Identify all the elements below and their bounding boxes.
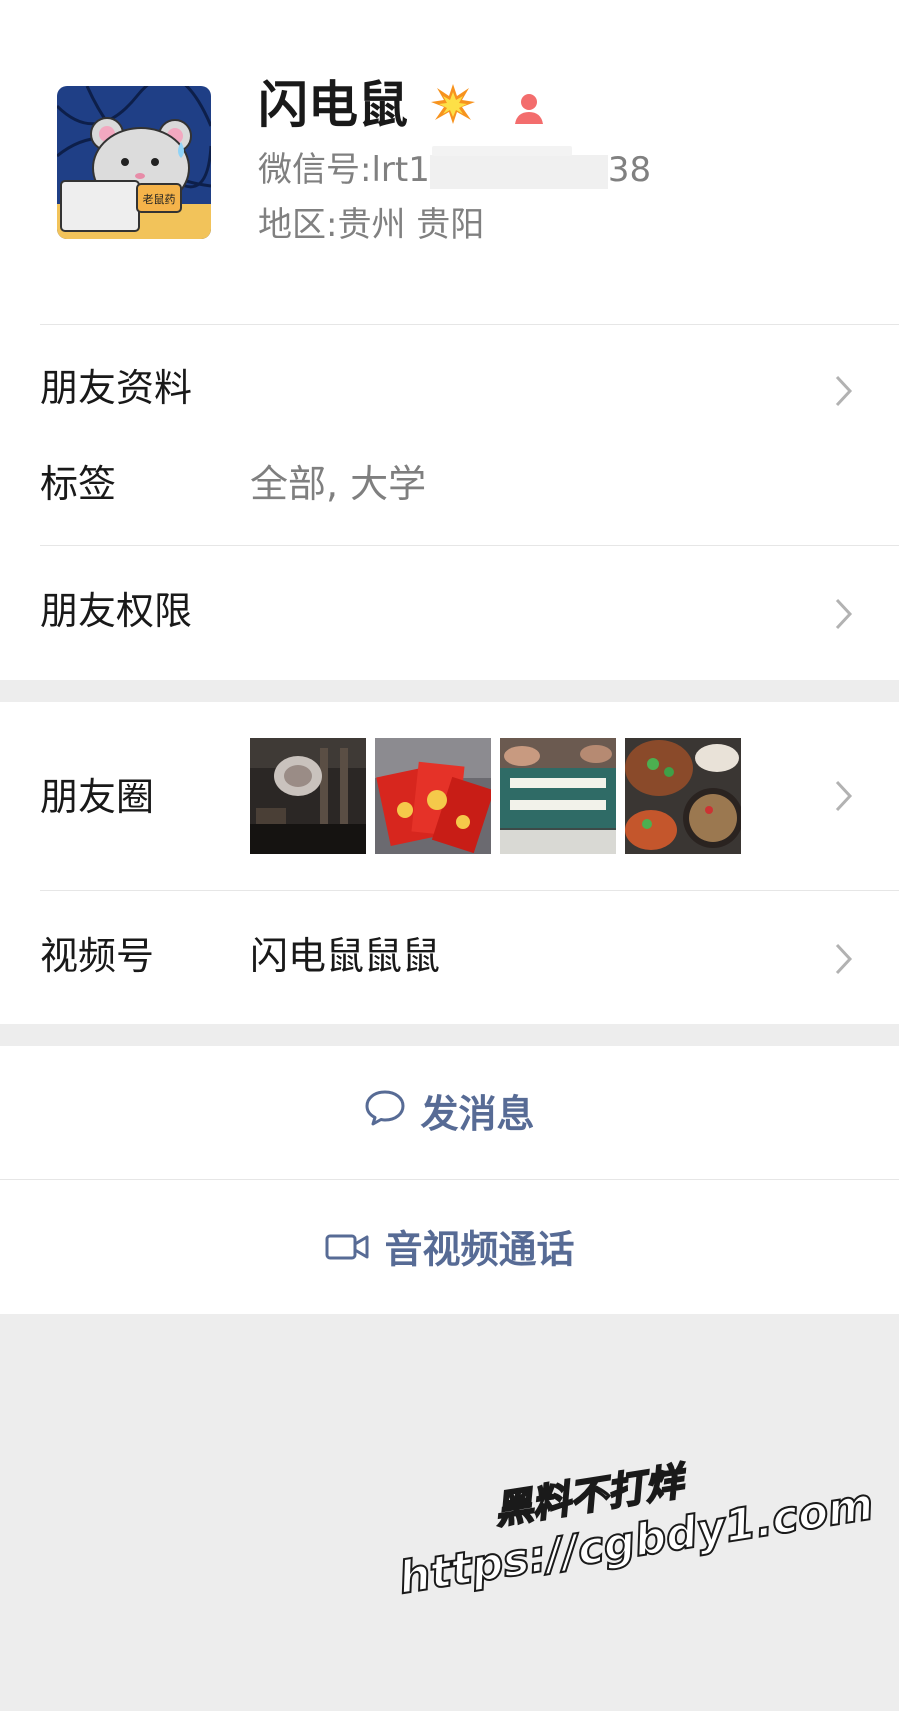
moments-label: 朋友圈 bbox=[40, 775, 155, 819]
video-camera-icon bbox=[324, 1183, 370, 1317]
avatar-text: 老鼠药 bbox=[143, 192, 176, 206]
friend-permissions-label: 朋友权限 bbox=[40, 589, 193, 633]
moments-photo-restaurant[interactable] bbox=[250, 738, 366, 854]
row-tags[interactable]: 标签 全部, 大学 bbox=[0, 435, 899, 545]
chevron-right-icon bbox=[831, 776, 857, 816]
contact-name-row: 闪电鼠 bbox=[258, 75, 547, 139]
region: 地区:贵州 贵阳 bbox=[258, 205, 485, 245]
channels-value: 闪电鼠鼠鼠 bbox=[250, 934, 441, 978]
tags-value: 全部, 大学 bbox=[250, 462, 427, 506]
explosion-emoji-icon bbox=[429, 79, 477, 139]
wechat-id-suffix: 38 bbox=[607, 150, 652, 190]
moments-photo-red-envelopes[interactable] bbox=[375, 738, 491, 854]
contact-name: 闪电鼠 bbox=[258, 76, 408, 134]
wechat-id-redacted bbox=[429, 154, 608, 189]
contact-badge-icon bbox=[511, 79, 547, 139]
chevron-right-icon bbox=[831, 594, 857, 634]
chevron-right-icon bbox=[831, 371, 857, 411]
row-channels[interactable]: 视频号 闪电鼠鼠鼠 bbox=[0, 891, 899, 1024]
chat-bubble-icon bbox=[364, 1048, 406, 1181]
send-message-button[interactable]: 发消息 bbox=[0, 1046, 899, 1179]
friend-info-label: 朋友资料 bbox=[40, 366, 193, 410]
watermark: 黑料不打烊 https://cgbdy1.com bbox=[384, 1417, 878, 1652]
row-friend-info[interactable]: 朋友资料 bbox=[0, 325, 899, 435]
moments-photo-mahjong[interactable] bbox=[500, 738, 616, 854]
video-call-button[interactable]: 音视频通话 bbox=[0, 1180, 899, 1314]
row-friend-permissions[interactable]: 朋友权限 bbox=[0, 546, 899, 680]
chevron-right-icon bbox=[831, 939, 857, 979]
wechat-id: 微信号:lrt1 38 bbox=[258, 150, 651, 191]
redaction-box bbox=[432, 146, 572, 156]
send-message-label: 发消息 bbox=[420, 1092, 535, 1136]
video-call-label: 音视频通话 bbox=[384, 1227, 575, 1272]
tags-label: 标签 bbox=[40, 462, 117, 506]
moments-photo-food[interactable] bbox=[625, 738, 741, 854]
avatar[interactable]: 老鼠药 bbox=[57, 86, 211, 239]
channels-label: 视频号 bbox=[40, 934, 155, 978]
wechat-id-prefix: 微信号:lrt1 bbox=[258, 150, 430, 190]
